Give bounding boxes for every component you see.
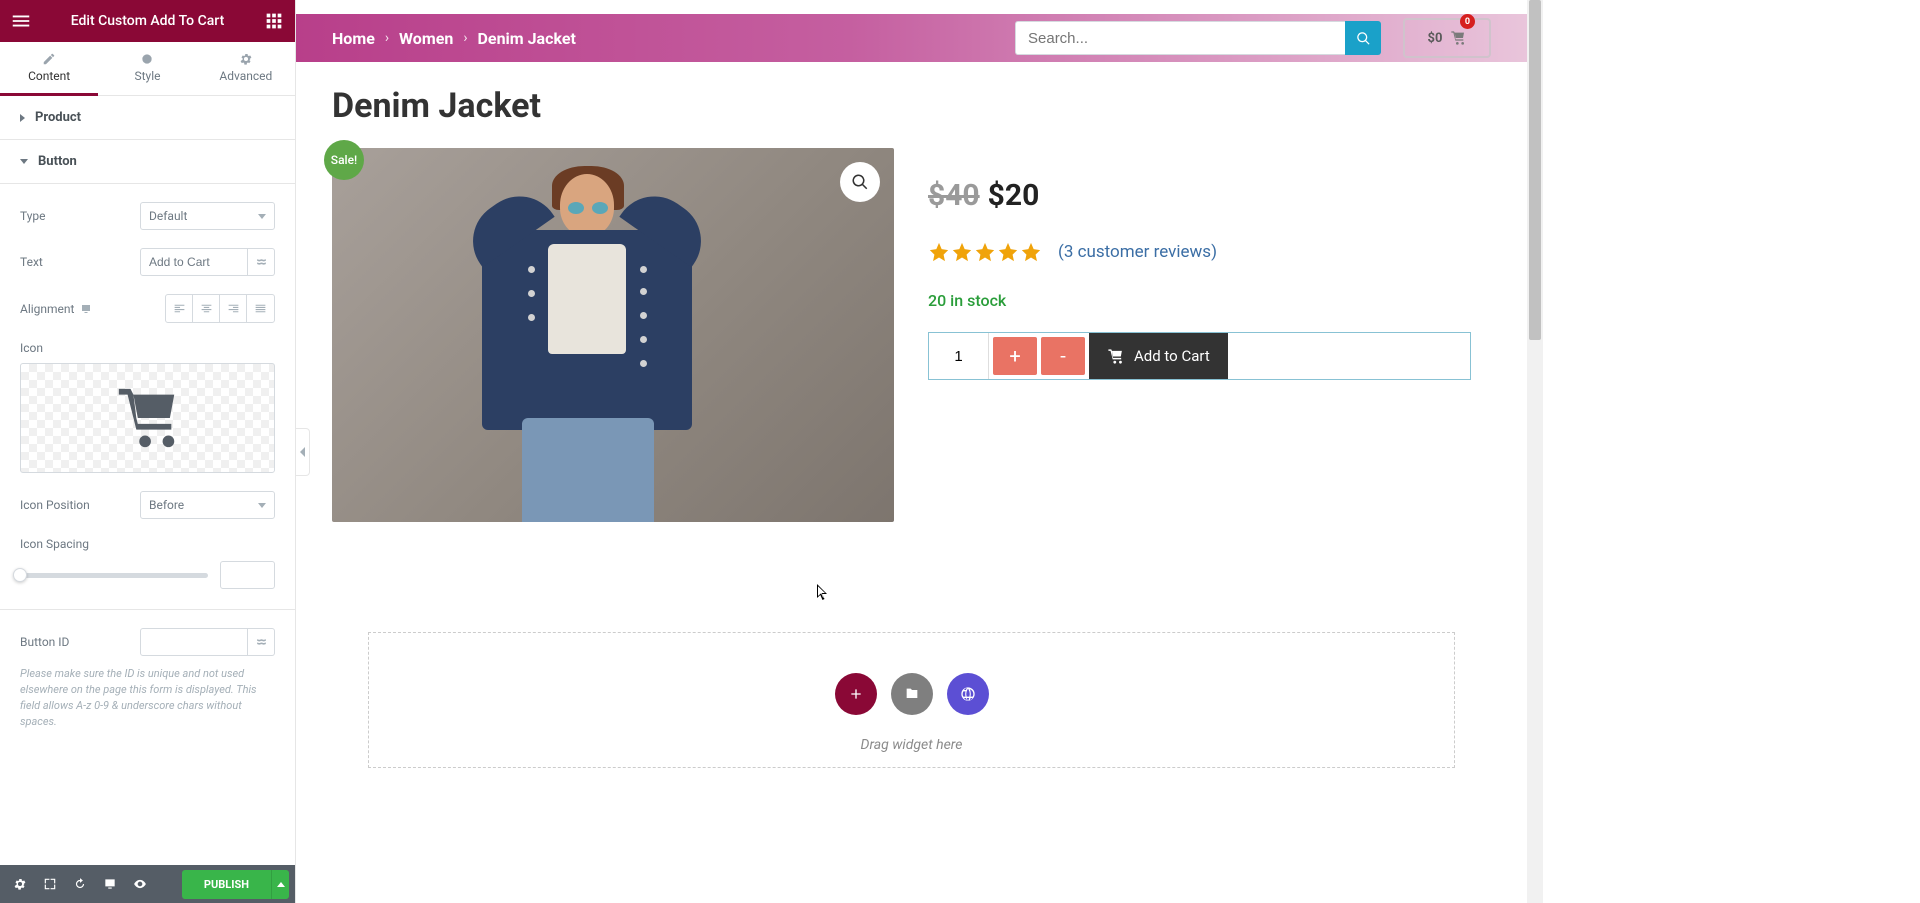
zoom-icon	[851, 173, 869, 191]
sidebar-title: Edit Custom Add To Cart	[71, 13, 225, 29]
select-type[interactable]: Default	[140, 202, 275, 230]
chevron-down-icon	[258, 503, 266, 508]
align-right-button[interactable]	[220, 295, 247, 322]
scrollbar[interactable]	[1527, 0, 1543, 903]
price: $40 $20	[928, 178, 1491, 213]
label-type: Type	[20, 209, 46, 223]
bc-women[interactable]: Women	[399, 29, 453, 48]
select-icon-position[interactable]: Before	[140, 491, 275, 519]
input-button-id[interactable]	[140, 628, 248, 656]
add-to-cart-button[interactable]: Add to Cart	[1089, 333, 1228, 379]
chevron-right-icon: ›	[463, 30, 467, 46]
plus-icon	[848, 686, 864, 702]
drop-zone[interactable]: Drag widget here	[368, 632, 1455, 768]
sidebar-tabs: Content Style Advanced	[0, 42, 295, 96]
publish-options-button[interactable]	[271, 870, 289, 899]
editor-sidebar: Edit Custom Add To Cart Content Style Ad…	[0, 0, 296, 903]
stock-status: 20 in stock	[928, 291, 1491, 310]
rating-stars	[928, 241, 1042, 263]
qty-plus-button[interactable]: +	[993, 337, 1037, 375]
dynamic-tag-button[interactable]	[248, 628, 275, 656]
product-image[interactable]	[332, 148, 894, 522]
menu-icon[interactable]	[10, 10, 32, 32]
preview-icon[interactable]	[126, 870, 154, 898]
section-product[interactable]: Product	[0, 96, 295, 140]
search-input[interactable]	[1015, 21, 1345, 55]
tab-style[interactable]: Style	[98, 42, 196, 95]
input-text[interactable]	[140, 248, 248, 276]
add-to-cart-row: + - Add to Cart	[928, 332, 1471, 380]
topbar: Home › Women › Denim Jacket $0 0	[296, 14, 1527, 62]
input-icon-spacing[interactable]	[220, 561, 275, 589]
align-justify-button[interactable]	[247, 295, 274, 322]
navigator-icon[interactable]	[36, 870, 64, 898]
publish-button[interactable]: PUBLISH	[182, 870, 271, 899]
mini-cart[interactable]: $0 0	[1403, 18, 1491, 58]
add-template-button[interactable]	[891, 673, 933, 715]
tab-content[interactable]: Content	[0, 42, 98, 95]
cart-icon	[108, 383, 188, 453]
panel-scroll[interactable]: Product Button Type Default Text	[0, 96, 295, 865]
dynamic-tag-button[interactable]	[248, 248, 275, 276]
reviews-link[interactable]: (3 customer reviews)	[1058, 242, 1217, 262]
label-icon-spacing: Icon Spacing	[20, 537, 275, 551]
folder-icon	[904, 686, 920, 702]
qty-input[interactable]	[929, 333, 989, 379]
label-alignment: Alignment	[20, 302, 92, 316]
history-icon[interactable]	[66, 870, 94, 898]
label-button-id: Button ID	[20, 635, 69, 649]
qty-minus-button[interactable]: -	[1041, 337, 1085, 375]
preview-area: Home › Women › Denim Jacket $0 0	[296, 0, 1543, 903]
apps-icon[interactable]	[263, 10, 285, 32]
bc-current: Denim Jacket	[478, 29, 576, 48]
cart-icon	[1450, 30, 1466, 46]
add-global-button[interactable]	[947, 673, 989, 715]
label-icon: Icon	[20, 341, 275, 355]
product-title: Denim Jacket	[332, 86, 1491, 126]
caret-down-icon	[20, 159, 28, 164]
zoom-button[interactable]	[840, 162, 880, 202]
breadcrumb: Home › Women › Denim Jacket	[332, 29, 576, 48]
slider-thumb[interactable]	[13, 568, 27, 582]
cart-count-badge: 0	[1460, 14, 1475, 29]
globe-icon	[960, 686, 976, 702]
scrollbar-thumb[interactable]	[1529, 0, 1541, 340]
controls-button: Type Default Text	[0, 184, 295, 610]
slider-icon-spacing[interactable]	[20, 573, 208, 578]
chevron-down-icon	[258, 214, 266, 219]
label-icon-position: Icon Position	[20, 498, 90, 512]
section-button[interactable]: Button	[0, 140, 295, 184]
bc-home[interactable]: Home	[332, 29, 375, 48]
settings-icon[interactable]	[6, 870, 34, 898]
tab-advanced[interactable]: Advanced	[197, 42, 295, 95]
label-text: Text	[20, 255, 43, 269]
search-box	[1015, 21, 1381, 55]
icon-preview[interactable]	[20, 363, 275, 473]
drop-text: Drag widget here	[369, 737, 1454, 753]
sidebar-header: Edit Custom Add To Cart	[0, 0, 295, 42]
sale-badge: Sale!	[324, 140, 364, 180]
sidebar-footer: PUBLISH	[0, 865, 295, 903]
align-left-button[interactable]	[166, 295, 193, 322]
align-center-button[interactable]	[193, 295, 220, 322]
responsive-mode-icon[interactable]	[96, 870, 124, 898]
responsive-icon[interactable]	[80, 303, 92, 315]
search-icon	[1356, 31, 1371, 46]
search-button[interactable]	[1345, 21, 1381, 55]
add-section-button[interactable]	[835, 673, 877, 715]
align-group	[165, 294, 275, 323]
cart-icon	[1107, 348, 1124, 365]
new-price: $20	[988, 178, 1040, 213]
chevron-right-icon: ›	[385, 30, 389, 46]
caret-right-icon	[20, 114, 25, 122]
help-button-id: Please make sure the ID is unique and no…	[20, 666, 275, 730]
old-price: $40	[928, 178, 980, 213]
